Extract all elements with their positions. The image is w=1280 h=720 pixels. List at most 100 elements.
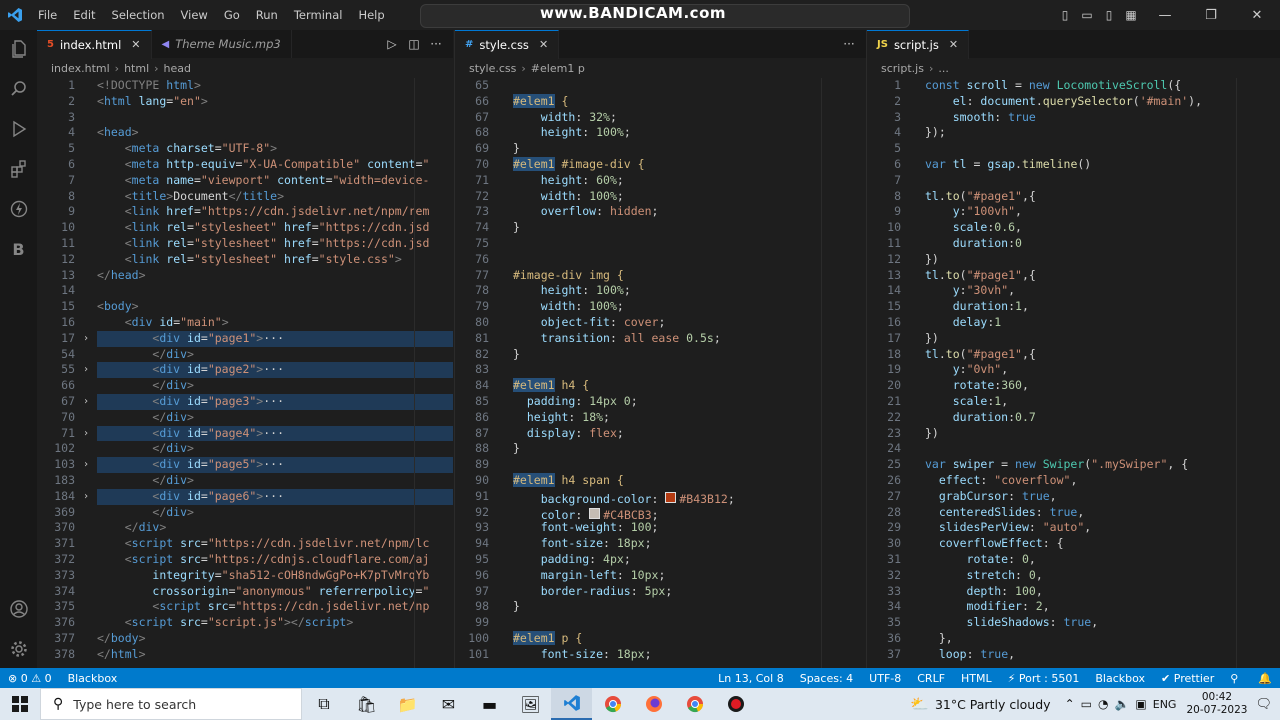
color-swatch[interactable]: [665, 491, 677, 503]
code-line[interactable]: 1 <!DOCTYPE html>: [37, 78, 453, 94]
code-line[interactable]: 9 y:"100vh",: [867, 204, 1280, 220]
status-item-3[interactable]: CRLF: [909, 672, 953, 685]
code-line[interactable]: 36 },: [867, 631, 1280, 647]
code-line[interactable]: 74}: [455, 220, 866, 236]
code-line[interactable]: 67 width: 32%;: [455, 110, 866, 126]
code-line[interactable]: 91 background-color: #B43B12;: [455, 489, 866, 506]
restore-window-icon[interactable]: ❐: [1188, 8, 1234, 23]
menu-run[interactable]: Run: [248, 0, 286, 30]
more-actions-icon[interactable]: ···: [838, 37, 860, 51]
code-line[interactable]: 96 margin-left: 10px;: [455, 568, 866, 584]
code-line[interactable]: 88}: [455, 441, 866, 457]
code-line[interactable]: 100 #elem1 p {: [455, 630, 866, 647]
code-line[interactable]: 101 font-size: 18px;: [455, 647, 866, 663]
code-line[interactable]: 25 var swiper = new Swiper(".mySwiper", {: [867, 457, 1280, 473]
code-line[interactable]: 93 font-weight: 100;: [455, 520, 866, 536]
minimap[interactable]: [414, 78, 453, 668]
network-icon[interactable]: ◔: [1098, 697, 1108, 711]
volume-icon[interactable]: 🔈: [1114, 697, 1129, 711]
tab-html-1[interactable]: ◀ Theme Music.mp3: [152, 30, 292, 58]
code-line[interactable]: 16 delay:1: [867, 315, 1280, 331]
code-line[interactable]: 18 tl.to("#page1",{: [867, 347, 1280, 363]
close-window-icon[interactable]: ✕: [1234, 8, 1280, 23]
fold-chevron-icon[interactable]: ›: [75, 394, 97, 410]
code-line[interactable]: 370 </div>: [37, 520, 453, 536]
code-line[interactable]: 24: [867, 441, 1280, 457]
code-line[interactable]: 12 <link rel="stylesheet" href="style.cs…: [37, 252, 453, 268]
photos-icon[interactable]: 🖼: [510, 688, 551, 720]
code-line[interactable]: 80 object-fit: cover;: [455, 315, 866, 331]
minimap[interactable]: [821, 78, 866, 668]
code-line[interactable]: 19 y:"0vh",: [867, 362, 1280, 378]
code-line[interactable]: 3: [37, 110, 453, 126]
toggle-secondary-sidebar-icon[interactable]: ▯: [1098, 8, 1120, 22]
code-line[interactable]: 70 #elem1 #image-div {: [455, 156, 866, 173]
code-line[interactable]: 9 <link href="https://cdn.jsdelivr.net/n…: [37, 204, 453, 220]
status-item-6[interactable]: Blackbox: [1087, 672, 1153, 685]
code-line[interactable]: 2 <html lang="en">: [37, 94, 453, 110]
menu-terminal[interactable]: Terminal: [286, 0, 351, 30]
code-line[interactable]: 17}): [867, 331, 1280, 347]
status-item-5[interactable]: ⚡ Port : 5501: [1000, 672, 1088, 685]
code-line[interactable]: 5 <meta charset="UTF-8">: [37, 141, 453, 157]
code-line[interactable]: 75: [455, 236, 866, 252]
code-line[interactable]: 81 transition: all ease 0.5s;: [455, 331, 866, 347]
manage-gear-icon[interactable]: [0, 634, 37, 664]
fold-chevron-icon[interactable]: ›: [75, 489, 97, 505]
code-line[interactable]: 374 crossorigin="anonymous" referrerpoli…: [37, 584, 453, 600]
windows-start-icon[interactable]: [0, 688, 40, 720]
code-line[interactable]: 78 height: 100%;: [455, 283, 866, 299]
code-line[interactable]: 8 <title>Document</title>: [37, 189, 453, 205]
code-line[interactable]: 83: [455, 362, 866, 378]
code-line[interactable]: 13 </head>: [37, 268, 453, 284]
code-line[interactable]: 103 › <div id="page5">···: [37, 457, 453, 473]
code-line[interactable]: 369 </div>: [37, 505, 453, 521]
code-line[interactable]: 8 tl.to("#page1",{: [867, 189, 1280, 205]
breadcrumb-item[interactable]: #elem1 p: [531, 62, 585, 75]
fold-chevron-icon[interactable]: ›: [75, 426, 97, 442]
code-line[interactable]: 375 <script src="https://cdn.jsdelivr.ne…: [37, 599, 453, 615]
code-line[interactable]: 30 coverflowEffect: {: [867, 536, 1280, 552]
mail-icon[interactable]: ✉: [428, 688, 469, 720]
code-line[interactable]: 15 <body>: [37, 299, 453, 315]
code-line[interactable]: 21 scale:1,: [867, 394, 1280, 410]
code-line[interactable]: 77 #image-div img {: [455, 268, 866, 284]
chrome-icon[interactable]: [592, 688, 633, 720]
chrome-profile-icon[interactable]: [674, 688, 715, 720]
code-line[interactable]: 98}: [455, 599, 866, 615]
taskbar-search-box[interactable]: ⚲ Type here to search: [40, 688, 302, 720]
code-line[interactable]: 14: [37, 283, 453, 299]
code-line[interactable]: 13 tl.to("#page1",{: [867, 268, 1280, 284]
color-swatch[interactable]: [589, 507, 601, 519]
code-line[interactable]: 65: [455, 78, 866, 94]
code-line[interactable]: 71 height: 60%;: [455, 173, 866, 189]
code-line[interactable]: 34 modifier: 2,: [867, 599, 1280, 615]
close-tab-icon[interactable]: ✕: [131, 38, 140, 51]
minimap[interactable]: [1236, 78, 1280, 668]
code-line[interactable]: 11 duration:0: [867, 236, 1280, 252]
code-line[interactable]: 97 border-radius: 5px;: [455, 584, 866, 600]
search-icon[interactable]: [0, 74, 37, 104]
problems-status[interactable]: ⊗ 0 ⚠ 0: [0, 672, 60, 685]
status-item-0[interactable]: Ln 13, Col 8: [710, 672, 792, 685]
code-line[interactable]: 66 #elem1 {: [455, 93, 866, 110]
breadcrumb-item[interactable]: index.html: [51, 62, 110, 75]
code-line[interactable]: 1 const scroll = new LocomotiveScroll({: [867, 78, 1280, 94]
language-indicator[interactable]: ENG: [1153, 698, 1177, 711]
menu-file[interactable]: File: [30, 0, 65, 30]
remote-icon[interactable]: [0, 194, 37, 224]
code-line[interactable]: 15 duration:1,: [867, 299, 1280, 315]
breadcrumb-item[interactable]: html: [124, 62, 149, 75]
code-line[interactable]: 54 </div>: [37, 347, 453, 363]
tab-js-0[interactable]: JS script.js ✕: [867, 30, 970, 59]
code-line[interactable]: 95 padding: 4px;: [455, 552, 866, 568]
minimize-window-icon[interactable]: —: [1142, 8, 1188, 23]
code-line[interactable]: 5: [867, 141, 1280, 157]
blackbox-left[interactable]: Blackbox: [60, 672, 126, 685]
code-line[interactable]: 90 #elem1 h4 span {: [455, 472, 866, 489]
code-line[interactable]: 87 display: flex;: [455, 426, 866, 442]
code-line[interactable]: 69}: [455, 141, 866, 157]
code-line[interactable]: 20 rotate:360,: [867, 378, 1280, 394]
code-line[interactable]: 70 </div>: [37, 410, 453, 426]
accounts-status-icon[interactable]: ⚲: [1222, 672, 1246, 685]
